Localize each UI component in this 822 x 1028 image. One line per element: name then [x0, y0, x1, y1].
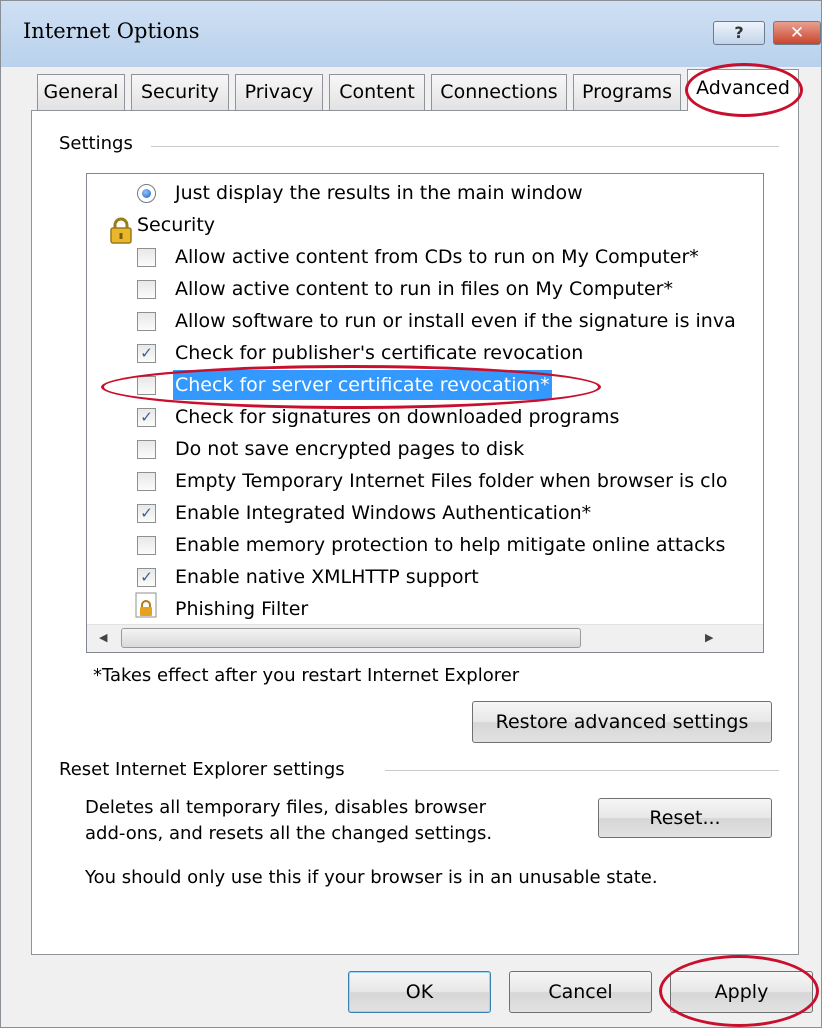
scroll-left-icon[interactable]: ◀	[99, 631, 107, 644]
horizontal-scroll-thumb[interactable]	[121, 628, 581, 648]
reset-description-line-1: Deletes all temporary files, disables br…	[85, 797, 486, 818]
reset-group-label: Reset Internet Explorer settings	[59, 759, 355, 780]
close-icon: ✕	[789, 23, 805, 43]
restore-advanced-settings-button[interactable]: Restore advanced settings	[472, 701, 772, 743]
tab-connections[interactable]: Connections	[431, 74, 567, 110]
tab-advanced[interactable]: Advanced	[687, 69, 799, 111]
unusable-state-warning: You should only use this if your browser…	[85, 867, 658, 888]
checkbox[interactable]: ✓	[137, 568, 156, 587]
horizontal-scrollbar[interactable]: ◀ ▶	[87, 624, 763, 652]
cancel-button[interactable]: Cancel	[509, 971, 652, 1013]
tab-content[interactable]: Content	[329, 74, 425, 110]
help-button[interactable]: ?	[713, 21, 765, 45]
checkbox[interactable]: ✓	[137, 504, 156, 523]
help-icon: ?	[734, 23, 744, 42]
scroll-right-icon[interactable]: ▶	[705, 631, 713, 644]
category-label: Phishing Filter	[175, 598, 309, 620]
category-label: Security	[137, 214, 216, 236]
tab-programs[interactable]: Programs	[573, 74, 681, 110]
reset-group-divider	[385, 770, 779, 771]
ok-button[interactable]: OK	[348, 971, 491, 1013]
checkbox[interactable]	[137, 472, 156, 491]
tab-privacy[interactable]: Privacy	[235, 74, 323, 110]
tab-general[interactable]: General	[37, 74, 125, 110]
close-button[interactable]: ✕	[773, 21, 821, 45]
restart-note: *Takes effect after you restart Internet…	[93, 665, 520, 686]
lock-icon	[110, 217, 132, 244]
checkbox[interactable]	[137, 312, 156, 331]
settings-list[interactable]: Just display the results in the main win…	[86, 173, 764, 653]
window-title: Internet Options	[23, 19, 200, 43]
settings-group-label: Settings	[59, 133, 143, 154]
tab-security[interactable]: Security	[131, 74, 229, 110]
internet-options-dialog: Internet Options ? ✕ General Security Pr…	[0, 0, 822, 1028]
checkbox[interactable]	[137, 440, 156, 459]
reset-button[interactable]: Reset...	[598, 798, 772, 838]
checkbox[interactable]	[137, 248, 156, 267]
reset-description-line-2: add-ons, and resets all the changed sett…	[85, 823, 493, 844]
radio-button[interactable]	[137, 184, 156, 203]
apply-button[interactable]: Apply	[670, 971, 813, 1013]
checkbox[interactable]: ✓	[137, 408, 156, 427]
settings-group-divider	[151, 146, 779, 147]
phishing-filter-icon	[135, 592, 157, 618]
checkbox[interactable]	[137, 280, 156, 299]
checkbox[interactable]	[137, 536, 156, 555]
title-bar: Internet Options ? ✕	[1, 1, 821, 67]
checkbox[interactable]	[137, 376, 156, 395]
checkbox[interactable]: ✓	[137, 344, 156, 363]
